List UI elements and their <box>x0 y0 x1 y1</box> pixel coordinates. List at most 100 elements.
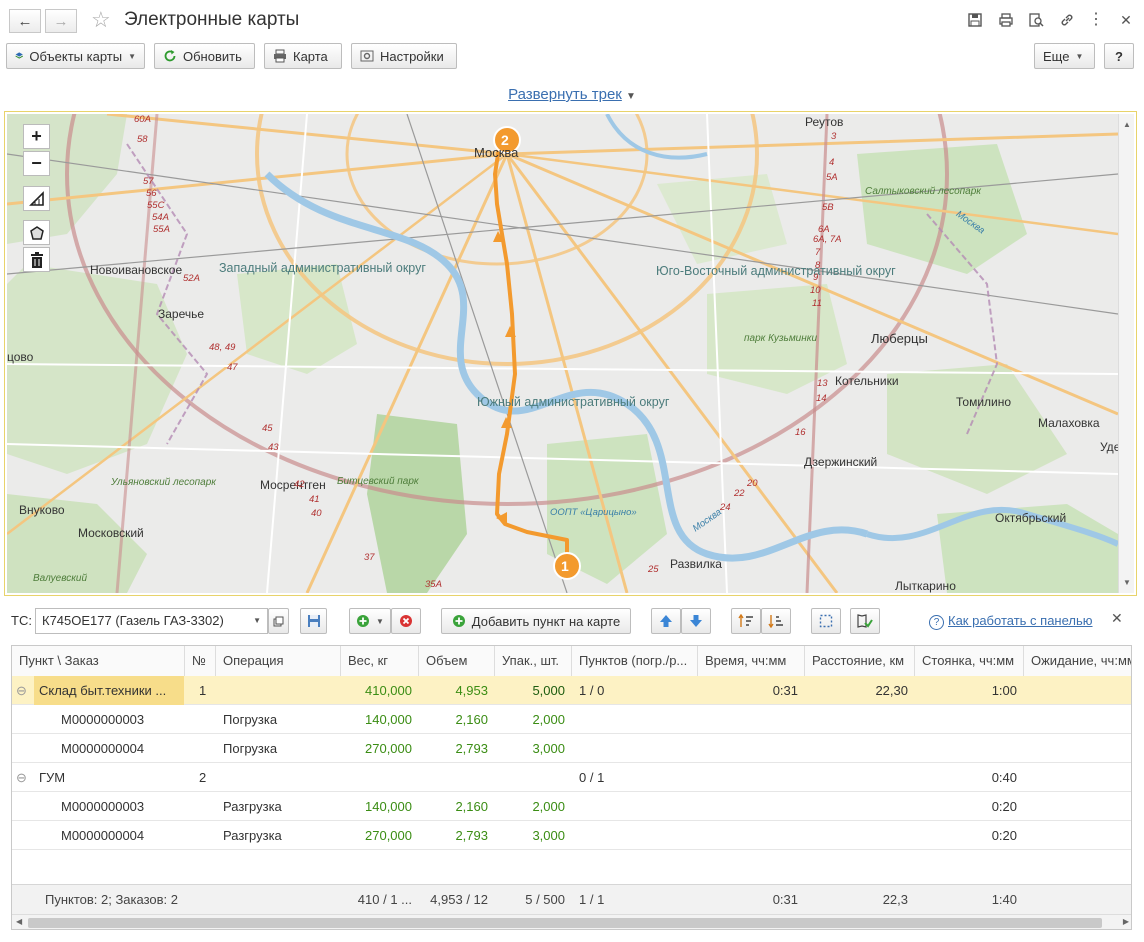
points-cell: 1 / 0 <box>579 683 605 698</box>
point-cell: ГУМ <box>39 770 66 785</box>
add-icon <box>357 615 370 627</box>
move-up-button[interactable] <box>651 608 681 634</box>
close-panel-icon[interactable]: ✕ <box>1111 610 1123 627</box>
refresh-button[interactable]: Обновить <box>154 43 255 69</box>
sort-ascending-icon <box>738 614 753 627</box>
back-button[interactable]: ← <box>9 9 41 33</box>
weight-cell: 270,000 <box>365 741 412 756</box>
open-icon <box>273 616 284 626</box>
volume-cell: 2,793 <box>455 741 488 756</box>
operation-cell: Погрузка <box>223 712 278 727</box>
sort-desc-button[interactable] <box>761 608 791 634</box>
expand-track[interactable]: Развернуть трек ▼ <box>0 86 1144 103</box>
column-header[interactable]: Пункт \ Заказ <box>12 646 185 676</box>
footer-stop: 1:40 <box>991 892 1017 907</box>
ruler-icon[interactable] <box>23 186 50 211</box>
tc-select[interactable]: К745ОЕ177 (Газель ГАЗ-3302) ▼ <box>35 608 268 634</box>
scroll-down-icon[interactable]: ▼ <box>1123 578 1131 587</box>
column-header[interactable]: Операция <box>216 646 341 676</box>
caret-down-icon: ▼ <box>626 91 636 102</box>
collapse-icon[interactable]: ⊖ <box>16 763 36 792</box>
refresh-icon <box>164 50 176 62</box>
check-route-button[interactable] <box>850 608 880 634</box>
map-label: Люберцы <box>871 331 928 346</box>
settings-button[interactable]: Настройки <box>351 43 457 69</box>
map-button[interactable]: Карта <box>264 43 342 69</box>
footer-volume: 4,953 / 12 <box>430 892 488 907</box>
pack-cell: 3,000 <box>532 741 565 756</box>
table-row[interactable]: М0000000004 Разгрузка 270,000 2,793 3,00… <box>12 821 1131 850</box>
marker-1-label: 1 <box>561 558 569 574</box>
link-icon[interactable] <box>1059 12 1075 28</box>
print-icon[interactable] <box>998 12 1014 28</box>
open-tc-button[interactable] <box>268 608 289 634</box>
map-label: Внуково <box>19 503 65 517</box>
table-row[interactable]: М0000000004 Погрузка 270,000 2,793 3,000 <box>12 734 1131 763</box>
sort-descending-icon <box>768 615 783 628</box>
more-menu-icon[interactable]: ⋮ <box>1088 12 1104 28</box>
trash-icon[interactable] <box>23 247 50 272</box>
scroll-left-icon[interactable]: ◀ <box>16 917 22 926</box>
weight-cell: 410,000 <box>365 683 412 698</box>
zoom-out-button[interactable]: − <box>23 151 50 176</box>
footer-pack: 5 / 500 <box>525 892 565 907</box>
move-down-button[interactable] <box>681 608 711 634</box>
table-row[interactable]: ⊖ ГУМ 2 0 / 1 0:40 <box>12 763 1131 792</box>
scroll-thumb[interactable] <box>28 918 1102 928</box>
column-header[interactable]: Упак., шт. <box>495 646 572 676</box>
road-number: 16 <box>795 427 806 438</box>
column-header[interactable]: Время, чч:мм <box>698 646 805 676</box>
scroll-right-icon[interactable]: ▶ <box>1123 917 1129 926</box>
column-header[interactable]: № <box>185 646 216 676</box>
map-label: Малаховка <box>1038 416 1100 430</box>
column-header[interactable]: Вес, кг <box>341 646 419 676</box>
table-row[interactable]: ⊖ Склад быт.техники ... 1 410,000 4,953 … <box>12 676 1131 705</box>
select-area-button[interactable] <box>811 608 841 634</box>
expand-track-link[interactable]: Развернуть трек <box>508 86 622 103</box>
save-icon[interactable] <box>967 12 983 28</box>
help-link[interactable]: ? Как работать с панелью <box>929 613 1093 630</box>
help-button[interactable]: ? <box>1104 43 1134 69</box>
close-window-icon[interactable]: ✕ <box>1118 12 1134 28</box>
road-number: 58 <box>137 134 148 145</box>
more-button[interactable]: Еще ▼ <box>1034 43 1095 69</box>
road-number: 42 <box>294 479 305 490</box>
road-number: 25 <box>648 564 659 575</box>
table-horizontal-scrollbar[interactable]: ◀ ▶ <box>12 914 1131 929</box>
add-dropdown-button[interactable]: ▼ <box>349 608 391 634</box>
map-label: Новоивановское <box>90 263 183 277</box>
forward-button[interactable]: → <box>45 9 77 33</box>
add-point-on-map-button[interactable]: Добавить пункт на карте <box>441 608 631 634</box>
scroll-up-icon[interactable]: ▲ <box>1123 120 1131 129</box>
operation-cell: Разгрузка <box>223 799 282 814</box>
column-header[interactable]: Объем <box>419 646 495 676</box>
collapse-icon[interactable]: ⊖ <box>16 676 36 705</box>
column-header[interactable]: Ожидание, чч:мм <box>1024 646 1131 676</box>
map-scrollbar[interactable]: ▲ ▼ <box>1118 114 1134 593</box>
column-header[interactable]: Стоянка, чч:мм <box>915 646 1024 676</box>
zoom-in-button[interactable]: + <box>23 124 50 149</box>
distance-cell: 22,30 <box>875 683 908 698</box>
map-label: Южный административный округ <box>477 395 670 409</box>
table-row[interactable]: М0000000003 Разгрузка 140,000 2,160 2,00… <box>12 792 1131 821</box>
map-view[interactable]: 2 1 + − Москва Реутов Новоивановское Зар… <box>7 114 1118 593</box>
table-footer: Пунктов: 2; Заказов: 2 410 / 1 ... 4,953… <box>12 884 1131 914</box>
table-row[interactable]: М0000000003 Погрузка 140,000 2,160 2,000 <box>12 705 1131 734</box>
map-objects-button[interactable]: Объекты карты ▼ <box>6 43 145 69</box>
favorite-star-icon[interactable]: ☆ <box>91 7 111 33</box>
column-header[interactable]: Пунктов (погр./р... <box>572 646 698 676</box>
preview-icon[interactable] <box>1028 12 1044 28</box>
road-number: 9 <box>813 272 819 283</box>
save-panel-button[interactable] <box>300 608 327 634</box>
road-number: 55C <box>147 200 165 211</box>
polygon-icon[interactable] <box>23 220 50 245</box>
map-check-icon <box>857 614 873 628</box>
delete-button[interactable] <box>391 608 421 634</box>
map-label: Котельники <box>835 374 899 388</box>
column-header[interactable]: Расстояние, км <box>805 646 915 676</box>
sort-asc-button[interactable] <box>731 608 761 634</box>
volume-cell: 2,160 <box>455 799 488 814</box>
volume-cell: 2,793 <box>455 828 488 843</box>
road-number: 8 <box>815 260 821 271</box>
map-label: Салтыковский лесопарк <box>865 186 982 197</box>
